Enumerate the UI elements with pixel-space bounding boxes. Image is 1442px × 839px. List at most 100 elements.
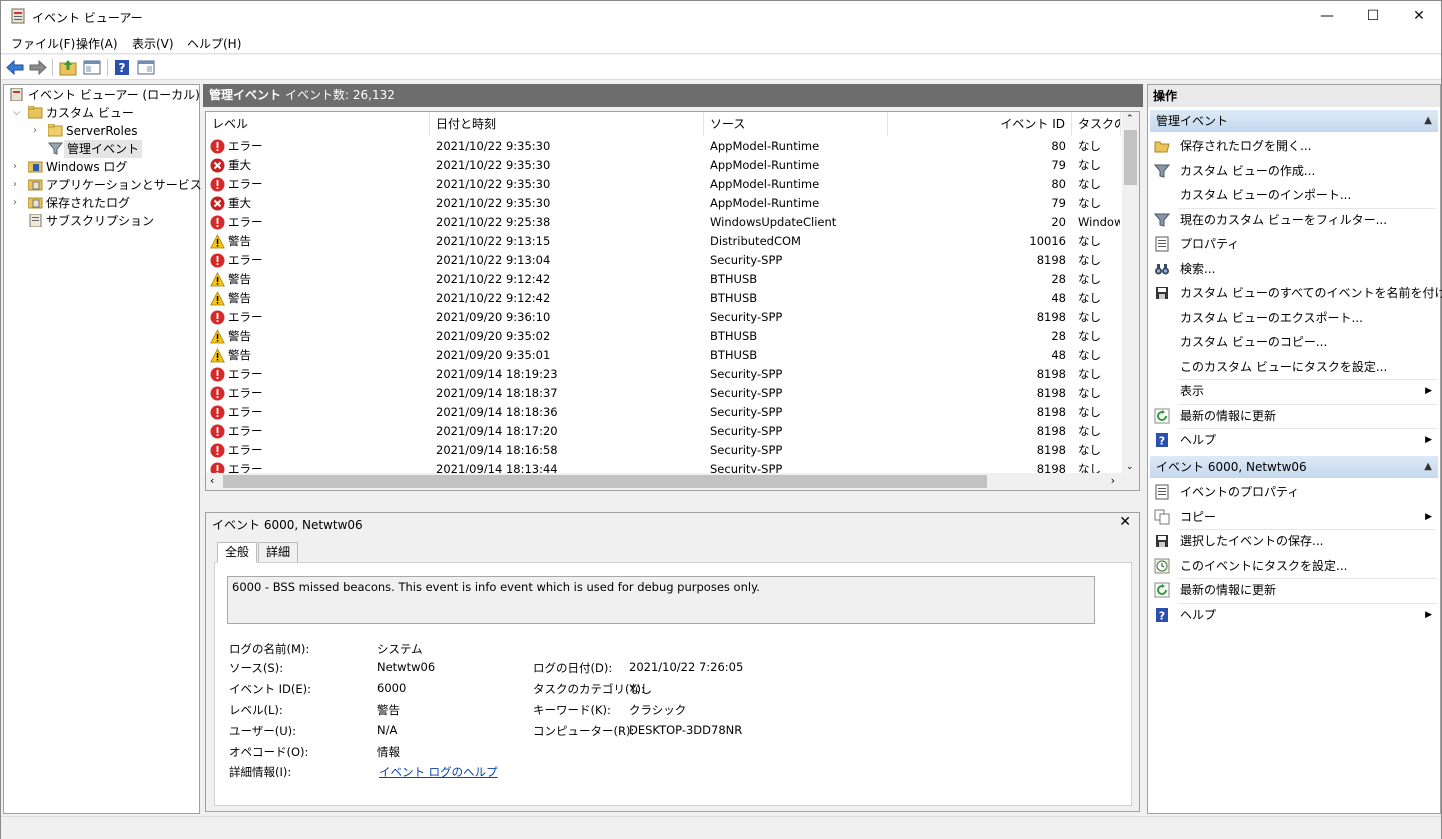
event-row[interactable]: 重大 2021/10/22 9:35:30 AppModel-Runtime 79 なし xyxy=(206,156,1120,175)
scroll-down-icon[interactable]: ⌄ xyxy=(1126,462,1134,472)
tab-general[interactable]: 全般 xyxy=(217,542,258,563)
cell-date: 2021/09/14 18:18:36 xyxy=(436,405,558,419)
action-item[interactable]: プロパティ xyxy=(1150,232,1438,256)
cell-date: 2021/09/14 18:17:20 xyxy=(436,424,558,438)
forward-arrow-icon[interactable] xyxy=(28,58,48,77)
list-title: 管理イベント xyxy=(209,88,282,102)
cell-source: Security-SPP xyxy=(710,367,783,381)
scroll-left-icon[interactable]: ‹ xyxy=(210,474,214,487)
funnel-icon xyxy=(1153,212,1171,228)
back-arrow-icon[interactable] xyxy=(5,58,25,77)
vertical-scroll-thumb[interactable] xyxy=(1124,130,1137,185)
tab-details[interactable]: 詳細 xyxy=(258,542,299,563)
action-item[interactable]: カスタム ビューのエクスポート... xyxy=(1150,306,1438,330)
event-row[interactable]: エラー 2021/10/22 9:35:30 AppModel-Runtime 80 な… xyxy=(206,137,1120,156)
action-item[interactable]: コピー ▶ xyxy=(1150,505,1438,529)
action-item[interactable]: カスタム ビューのインポート... xyxy=(1150,183,1438,207)
action-item[interactable]: 最新の情報に更新 xyxy=(1150,578,1438,602)
level-label: レベル(L): xyxy=(229,703,283,717)
cell-event-id: 80 xyxy=(1051,139,1066,153)
collapse-arrow-icon[interactable]: ▲ xyxy=(1424,456,1432,478)
action-item[interactable]: カスタム ビューのコピー... xyxy=(1150,330,1438,354)
action-item[interactable]: 検索... xyxy=(1150,257,1438,281)
event-row[interactable]: 警告 2021/10/22 9:12:42 BTHUSB 28 なし xyxy=(206,270,1120,289)
action-label: プロパティ xyxy=(1180,237,1240,251)
action-item[interactable]: イベントのプロパティ xyxy=(1150,480,1438,504)
column-header-source[interactable]: ソース xyxy=(704,112,888,136)
column-header-task-category[interactable]: タスクのカ xyxy=(1072,112,1121,136)
column-header-level[interactable]: レベル xyxy=(206,112,430,136)
logged-label: ログの日付(D): xyxy=(533,661,613,675)
event-row[interactable]: エラー 2021/09/20 9:36:10 Security-SPP 8198 なし xyxy=(206,308,1120,327)
cell-date: 2021/10/22 9:35:30 xyxy=(436,177,551,191)
event-row[interactable]: エラー 2021/10/22 9:13:04 Security-SPP 8198 なし xyxy=(206,251,1120,270)
cell-level: 警告 xyxy=(228,291,251,305)
filter-funnel-icon xyxy=(48,142,63,155)
action-item[interactable]: 表示 ▶ xyxy=(1150,379,1438,403)
vertical-scrollbar[interactable]: ⌃ ⌄ xyxy=(1122,112,1139,474)
event-row[interactable]: エラー 2021/09/14 18:16:58 Security-SPP 8198 なし xyxy=(206,441,1120,460)
menu-help[interactable]: ヘルプ(H) xyxy=(187,35,241,52)
menu-view[interactable]: 表示(V) xyxy=(132,35,174,52)
show-hide-tree-icon[interactable] xyxy=(82,58,102,77)
event-row[interactable]: 重大 2021/10/22 9:35:30 AppModel-Runtime 79 なし xyxy=(206,194,1120,213)
cell-source: DistributedCOM xyxy=(710,234,801,248)
action-item[interactable]: 保存されたログを開く... xyxy=(1150,134,1438,158)
action-label: イベントのプロパティ xyxy=(1180,485,1300,499)
chevron-right-icon[interactable]: › xyxy=(33,122,43,140)
detail-close-icon[interactable]: ✕ xyxy=(1119,514,1131,530)
action-item[interactable]: 最新の情報に更新 xyxy=(1150,404,1438,428)
scroll-right-icon[interactable]: › xyxy=(1111,474,1115,487)
maximize-button[interactable]: ☐ xyxy=(1350,1,1396,31)
action-item[interactable]: このイベントにタスクを設定... xyxy=(1150,554,1438,578)
action-item[interactable]: ? ヘルプ ▶ xyxy=(1150,603,1438,627)
cell-date: 2021/09/14 18:18:37 xyxy=(436,386,558,400)
chevron-down-icon[interactable]: ⌵ xyxy=(13,104,23,122)
cell-level: エラー xyxy=(228,367,263,381)
menu-action[interactable]: 操作(A) xyxy=(76,35,118,52)
column-header-event-id[interactable]: イベント ID xyxy=(888,112,1072,136)
action-item[interactable]: 現在のカスタム ビューをフィルター... xyxy=(1150,208,1438,232)
up-folder-icon[interactable] xyxy=(58,58,78,77)
actions-section-event[interactable]: イベント 6000, Netwtw06 ▲ xyxy=(1150,456,1438,478)
computer-label: コンピューター(R): xyxy=(533,724,635,738)
menu-file[interactable]: ファイル(F) xyxy=(11,35,75,52)
actions-section-admin-events[interactable]: 管理イベント ▲ xyxy=(1150,110,1438,132)
event-row[interactable]: 警告 2021/09/20 9:35:01 BTHUSB 48 なし xyxy=(206,346,1120,365)
horizontal-scrollbar[interactable]: ‹ › xyxy=(206,473,1139,490)
event-row[interactable]: エラー 2021/09/14 18:17:20 Security-SPP 8198 なし xyxy=(206,422,1120,441)
cell-source: BTHUSB xyxy=(710,272,758,286)
event-row[interactable]: 警告 2021/10/22 9:13:15 DistributedCOM 10016 な… xyxy=(206,232,1120,251)
action-item[interactable]: このカスタム ビューにタスクを設定... xyxy=(1150,355,1438,379)
chevron-right-icon[interactable]: › xyxy=(13,176,23,194)
event-row[interactable]: エラー 2021/10/22 9:25:38 WindowsUpdateClient… xyxy=(206,213,1120,232)
show-hide-action-pane-icon[interactable] xyxy=(136,58,156,77)
horizontal-scroll-thumb[interactable] xyxy=(223,475,987,488)
chevron-right-icon[interactable]: › xyxy=(13,158,23,176)
warning-icon xyxy=(210,329,225,344)
event-row[interactable]: エラー 2021/10/22 9:35:30 AppModel-Runtime 80 な… xyxy=(206,175,1120,194)
close-window-button[interactable]: ✕ xyxy=(1396,1,1442,31)
cell-source: WindowsUpdateClient xyxy=(710,215,837,229)
event-row[interactable]: 警告 2021/09/20 9:35:02 BTHUSB 28 なし xyxy=(206,327,1120,346)
warning-icon xyxy=(210,291,225,306)
event-row[interactable]: 警告 2021/10/22 9:12:42 BTHUSB 48 なし xyxy=(206,289,1120,308)
event-message[interactable]: 6000 - BSS missed beacons. This event is… xyxy=(227,576,1095,624)
chevron-right-icon[interactable]: › xyxy=(13,194,23,212)
scroll-up-icon[interactable]: ⌃ xyxy=(1126,114,1134,124)
event-row[interactable]: エラー 2021/09/14 18:18:36 Security-SPP 8198 なし xyxy=(206,403,1120,422)
collapse-arrow-icon[interactable]: ▲ xyxy=(1424,110,1432,132)
cell-task-category: なし xyxy=(1078,291,1101,305)
minimize-button[interactable]: — xyxy=(1304,1,1350,31)
help-icon[interactable]: ? xyxy=(112,58,132,77)
event-row[interactable]: エラー 2021/09/14 18:18:37 Security-SPP 8198 なし xyxy=(206,384,1120,403)
column-header-date[interactable]: 日付と時刻 xyxy=(430,112,704,136)
action-item[interactable]: 選択したイベントの保存... xyxy=(1150,529,1438,553)
event-row[interactable]: エラー 2021/09/14 18:19:23 Security-SPP 8198 なし xyxy=(206,365,1120,384)
event-log-help-link[interactable]: イベント ログのヘルプ xyxy=(379,764,498,780)
action-item[interactable]: カスタム ビューの作成... xyxy=(1150,159,1438,183)
cell-source: AppModel-Runtime xyxy=(710,196,820,210)
action-item[interactable]: カスタム ビューのすべてのイベントを名前を付けて... xyxy=(1150,281,1442,305)
action-item[interactable]: ? ヘルプ ▶ xyxy=(1150,428,1438,452)
warning-icon xyxy=(210,272,225,287)
